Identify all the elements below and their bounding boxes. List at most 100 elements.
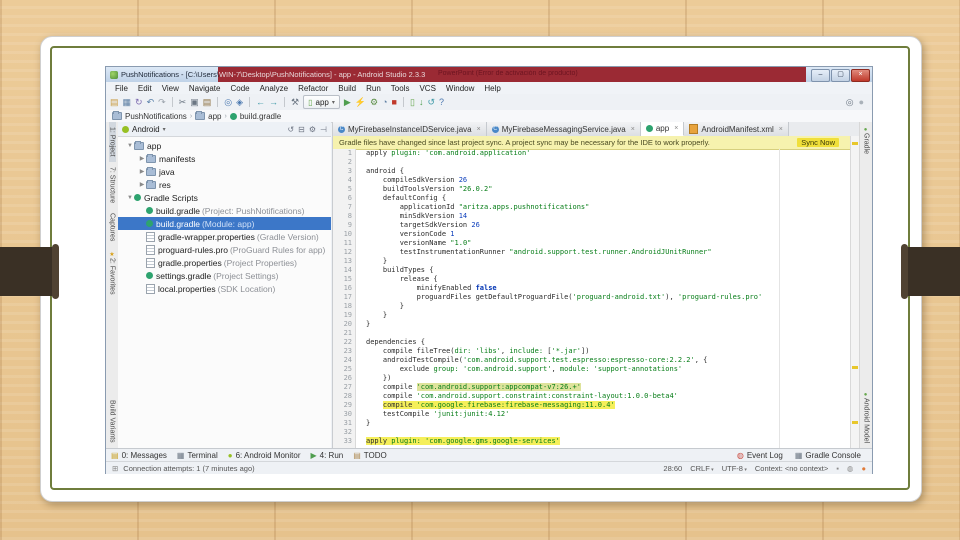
stripe-warning-mark[interactable] — [852, 421, 858, 424]
forward-icon[interactable]: → — [269, 95, 278, 109]
tree-item-settings-gradle[interactable]: settings.gradle (Project Settings) — [118, 269, 331, 282]
coverage-icon[interactable]: ◔ — [382, 95, 387, 109]
menu-file[interactable]: File — [110, 84, 133, 93]
apply-changes-icon[interactable]: ⚡ — [355, 95, 366, 109]
tool-button-captures[interactable]: Captures — [109, 208, 116, 246]
tool-button-1-project[interactable]: 1: Project — [108, 122, 116, 162]
project-view-selector[interactable]: Android — [132, 125, 160, 134]
collapse-all-icon[interactable]: ⊟ — [298, 125, 305, 134]
sync-view-icon[interactable]: ↺ — [287, 125, 294, 134]
copy-icon[interactable]: ▣ — [190, 95, 199, 109]
menu-vcs[interactable]: VCS — [414, 84, 440, 93]
tool-button-build-variants[interactable]: Build Variants — [109, 395, 116, 448]
toolwindow-switcher-icon[interactable]: ⊞ — [112, 464, 118, 473]
toolwindow-button-todo[interactable]: ▤ TODO — [353, 451, 387, 460]
view-settings-icon[interactable]: ⚙ — [309, 125, 316, 134]
notifications-icon[interactable]: ◍ — [847, 464, 854, 473]
stripe-warning-mark[interactable] — [852, 366, 858, 369]
tree-item-app[interactable]: ▼ app — [118, 139, 331, 152]
caret-position[interactable]: 28:60 — [663, 464, 682, 473]
menu-help[interactable]: Help — [479, 84, 505, 93]
tree-item-gradle-properties[interactable]: gradle.properties (Project Properties) — [118, 256, 331, 269]
inspection-highlight-icon[interactable]: ● — [861, 464, 866, 473]
stripe-warning-mark[interactable] — [852, 142, 858, 145]
encoding-widget[interactable]: UTF-8 ▾ — [722, 464, 747, 473]
run-config-selector[interactable]: ▯ app ▾ — [303, 95, 340, 109]
debug-icon[interactable]: ⚙ — [370, 95, 378, 109]
editor-tab-app[interactable]: app × — [640, 122, 685, 136]
menu-run[interactable]: Run — [361, 84, 386, 93]
tree-item-manifests[interactable]: ▶ manifests — [118, 152, 331, 165]
stop-icon[interactable]: ■ — [392, 95, 397, 109]
hide-panel-icon[interactable]: ⊣ — [320, 125, 327, 134]
tree-expand-arrow[interactable]: ▶ — [138, 155, 146, 162]
toolwindow-button-event-log[interactable]: ◍ Event Log — [737, 451, 783, 460]
back-icon[interactable]: ← — [256, 95, 265, 109]
avd-manager-icon[interactable]: ▯ — [410, 95, 415, 109]
editor-tab-myfirebaseinstanceidservice-java[interactable]: C MyFirebaseInstanceIDService.java × — [333, 122, 487, 136]
run-icon[interactable]: ▶ — [344, 95, 351, 109]
menu-view[interactable]: View — [157, 84, 184, 93]
tree-item-build-gradle[interactable]: build.gradle (Module: app) — [118, 217, 331, 230]
tree-expand-arrow[interactable]: ▶ — [138, 181, 146, 188]
maximize-button[interactable]: ▢ — [831, 69, 850, 82]
close-tab-icon[interactable]: × — [631, 126, 635, 133]
lock-icon[interactable]: ▪ — [836, 464, 839, 473]
menu-tools[interactable]: Tools — [386, 84, 415, 93]
gradle-sync-icon[interactable]: ↺ — [427, 95, 435, 109]
close-tab-icon[interactable]: × — [477, 126, 481, 133]
sync-now-link[interactable]: Sync Now — [797, 138, 839, 147]
paste-icon[interactable]: ▤ — [203, 95, 212, 109]
chevron-down-icon[interactable]: ▾ — [163, 126, 166, 133]
menu-build[interactable]: Build — [333, 84, 361, 93]
user-icon[interactable]: ● — [859, 95, 864, 109]
minimize-button[interactable]: – — [811, 69, 830, 82]
tree-expand-arrow[interactable]: ▼ — [126, 143, 134, 149]
breadcrumb-item[interactable]: build.gradle — [229, 112, 281, 121]
editor-tab-myfirebasemessagingservice-java[interactable]: C MyFirebaseMessagingService.java × — [486, 122, 641, 136]
editor-tab-androidmanifest-xml[interactable]: AndroidManifest.xml × — [684, 122, 789, 136]
tool-button-7-structure[interactable]: 7: Structure — [109, 162, 116, 208]
compile-icon[interactable]: ⚒ — [291, 95, 299, 109]
toolwindow-button-gradle-console[interactable]: ▦ Gradle Console — [795, 451, 861, 460]
menu-analyze[interactable]: Analyze — [255, 84, 293, 93]
tree-item-build-gradle[interactable]: build.gradle (Project: PushNotifications) — [118, 204, 331, 217]
close-tab-icon[interactable]: × — [674, 125, 678, 132]
sdk-manager-icon[interactable]: ↓ — [419, 95, 424, 109]
line-separator-widget[interactable]: CRLF ▾ — [690, 464, 714, 473]
undo-icon[interactable]: ↶ — [147, 95, 155, 109]
tree-expand-arrow[interactable]: ▶ — [138, 168, 146, 175]
tool-button-gradle[interactable]: ●Gradle — [863, 122, 870, 159]
tree-expand-arrow[interactable]: ▼ — [126, 195, 134, 201]
help-icon[interactable]: ? — [439, 95, 444, 109]
toolwindow-button-android-monitor[interactable]: ● 6: Android Monitor — [228, 451, 301, 460]
menu-edit[interactable]: Edit — [133, 84, 157, 93]
toolwindow-button-terminal[interactable]: ▦ Terminal — [177, 451, 218, 460]
save-icon[interactable]: ▦ — [123, 95, 132, 109]
replace-icon[interactable]: ◈ — [236, 95, 243, 109]
tree-item-gradle-wrapper-properties[interactable]: gradle-wrapper.properties (Gradle Version… — [118, 230, 331, 243]
menu-refactor[interactable]: Refactor — [293, 84, 333, 93]
tree-item-res[interactable]: ▶ res — [118, 178, 331, 191]
menu-code[interactable]: Code — [225, 84, 254, 93]
tree-item-java[interactable]: ▶ java — [118, 165, 331, 178]
code-editor[interactable]: 1 apply plugin: 'com.android.application'… — [333, 149, 851, 448]
breadcrumb-item[interactable]: app — [195, 111, 222, 121]
toolwindow-button-messages[interactable]: ▤ 0: Messages — [111, 451, 167, 460]
tree-item-gradle-scripts[interactable]: ▼ Gradle Scripts — [118, 191, 331, 204]
menu-navigate[interactable]: Navigate — [184, 84, 226, 93]
tree-item-proguard-rules-pro[interactable]: proguard-rules.pro (ProGuard Rules for ap… — [118, 243, 331, 256]
context-widget[interactable]: Context: <no context> — [755, 464, 828, 473]
tree-item-local-properties[interactable]: local.properties (SDK Location) — [118, 282, 331, 295]
search-everywhere-icon[interactable]: ◎ — [846, 95, 854, 109]
tool-button-android-model[interactable]: ●Android Model — [863, 387, 870, 448]
title-bar[interactable]: PowerPoint (Error de activación de produ… — [106, 67, 872, 82]
toolwindow-button-run[interactable]: ▶ 4: Run — [311, 451, 344, 460]
menu-window[interactable]: Window — [441, 84, 479, 93]
sync-icon[interactable]: ↻ — [135, 95, 143, 109]
close-button[interactable]: × — [851, 69, 870, 82]
breadcrumb-item[interactable]: PushNotifications — [112, 111, 187, 121]
cut-icon[interactable]: ✂ — [179, 95, 187, 109]
open-icon[interactable]: ▤ — [110, 95, 119, 109]
find-icon[interactable]: ◎ — [224, 95, 232, 109]
